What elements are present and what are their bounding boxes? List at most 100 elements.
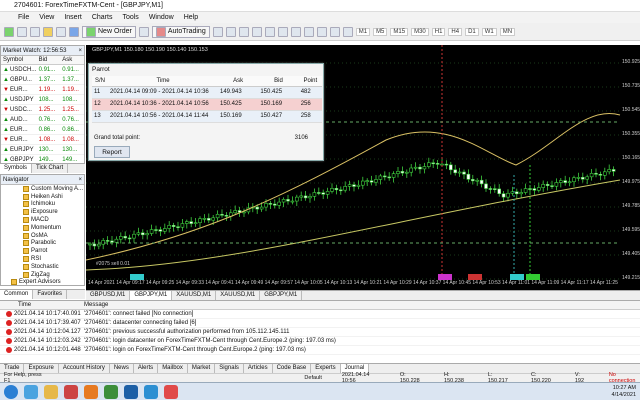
list-item[interactable]: ▼ USDC... 1.25... 1.25... <box>1 105 84 115</box>
tile-windows-icon[interactable] <box>277 26 288 37</box>
menu-window[interactable]: Window <box>149 14 174 21</box>
table-row[interactable]: 12 2021.04.14 10:36 - 2021.04.14 10:56 1… <box>92 98 322 111</box>
col-message[interactable]: Message <box>84 302 108 308</box>
terminal-tab-alerts[interactable]: Alerts <box>134 364 159 373</box>
navigator-item[interactable]: RSI <box>1 255 84 263</box>
navigator-item[interactable]: Stochastic <box>1 263 84 271</box>
autoscroll-icon[interactable] <box>290 26 301 37</box>
close-icon[interactable]: × <box>78 177 82 183</box>
table-row[interactable]: 2021.04.14 10:12:04.127'2704601': previo… <box>0 328 640 337</box>
tf-m30[interactable]: M30 <box>411 27 429 36</box>
tf-mn[interactable]: MN <box>499 27 516 36</box>
col-symbol[interactable]: Symbol <box>1 57 39 63</box>
chrome-icon[interactable] <box>104 384 118 399</box>
col-ask[interactable]: Ask <box>62 57 84 63</box>
new-chart-icon[interactable] <box>4 26 14 37</box>
list-item[interactable]: ▲ USDJPY 108... 108... <box>1 95 84 105</box>
navigator-item[interactable]: ZigZag <box>1 271 84 279</box>
list-item[interactable]: ▼ EUR... 1.19... 1.19... <box>1 85 84 95</box>
terminal-tab-account-history[interactable]: Account History <box>59 364 110 373</box>
line-chart-icon[interactable] <box>238 26 249 37</box>
navigator-item[interactable]: Parrot <box>1 247 84 255</box>
terminal-tab-market[interactable]: Market <box>188 364 216 373</box>
new-order-button[interactable]: New Order <box>82 25 136 38</box>
navigator-item[interactable]: Parabolic <box>1 240 84 248</box>
terminal-tab-mailbox[interactable]: Mailbox <box>158 364 188 373</box>
chart-tab-gbpjpy[interactable]: GBPJPY,M1 <box>130 291 173 300</box>
tab-symbols[interactable]: Symbols <box>0 164 33 173</box>
table-row[interactable]: 2021.04.14 10:12:03.242'2704601': login … <box>0 337 640 346</box>
close-icon[interactable]: × <box>78 48 82 54</box>
meta-editor-icon[interactable] <box>138 26 149 37</box>
list-item[interactable]: ▲ USDCH... 0.91... 0.91... <box>1 65 84 75</box>
ie-icon[interactable] <box>24 384 38 399</box>
report-button[interactable]: Report <box>94 146 130 158</box>
chart-tab-xauusd-2[interactable]: XAUUSD,M1 <box>216 291 261 300</box>
tf-m1[interactable]: M1 <box>355 27 371 36</box>
start-icon[interactable] <box>4 384 18 399</box>
navigator-item[interactable]: Heiken Ashi <box>1 193 84 201</box>
tf-w1[interactable]: W1 <box>481 27 497 36</box>
col-time[interactable]: Time <box>0 302 84 308</box>
app-icon[interactable] <box>144 384 158 399</box>
navigator-item[interactable]: OsMA <box>1 232 84 240</box>
table-row[interactable]: 2021.04.14 10:12:01.448'2704601': login … <box>0 346 640 355</box>
terminal-tab-articles[interactable]: Articles <box>244 364 273 373</box>
periods-icon[interactable] <box>329 26 340 37</box>
table-row[interactable]: 11 2021.04.14 09:09 - 2021.04.14 10:36 1… <box>92 86 322 99</box>
navigator-item[interactable]: Ichimoku <box>1 201 84 209</box>
media-icon[interactable] <box>64 384 78 399</box>
navigator-item[interactable]: Custom Moving A... <box>1 185 84 193</box>
chart-tab-gbpusd[interactable]: GBPUSD,M1 <box>86 291 131 300</box>
chart-tab-xauusd[interactable]: XAUUSD,M1 <box>172 291 217 300</box>
terminal-tab-news[interactable]: News <box>110 364 134 373</box>
navigator-item[interactable]: Momentum <box>1 224 84 232</box>
autotrading-button[interactable]: AutoTrading <box>151 25 210 38</box>
col-bid[interactable]: Bid <box>39 57 63 63</box>
bar-chart-icon[interactable] <box>212 26 223 37</box>
navigator-item[interactable]: iExposure <box>1 208 84 216</box>
tab-common[interactable]: Common <box>0 290 34 299</box>
menu-help[interactable]: Help <box>184 14 198 21</box>
app-icon-2[interactable] <box>164 384 178 399</box>
indicators-icon[interactable] <box>316 26 327 37</box>
zoom-out-icon[interactable] <box>264 26 275 37</box>
menu-insert[interactable]: Insert <box>64 14 82 21</box>
tf-h4[interactable]: H4 <box>448 27 463 36</box>
candle-chart-icon[interactable] <box>225 26 236 37</box>
tester-icon[interactable] <box>69 26 79 37</box>
tab-favorites[interactable]: Favorites <box>33 290 68 299</box>
terminal-tab-code-base[interactable]: Code Base <box>273 364 312 373</box>
menu-tools[interactable]: Tools <box>122 14 138 21</box>
table-row[interactable]: 2021.04.14 10:17:39.407'2704601': datace… <box>0 319 640 328</box>
tab-tick-chart[interactable]: Tick Chart <box>32 164 69 173</box>
chart-tab-gbpjpy-2[interactable]: GBPJPY,M1 <box>260 291 303 300</box>
tf-h1[interactable]: H1 <box>431 27 446 36</box>
list-item[interactable]: ▲ GBPU... 1.37... 1.37... <box>1 75 84 85</box>
list-item[interactable]: ▼ EUR... 1.08... 1.08... <box>1 135 84 145</box>
terminal-tab-signals[interactable]: Signals <box>215 364 244 373</box>
explorer-icon[interactable] <box>44 384 58 399</box>
list-item[interactable]: ▲ EURJPY 130... 130... <box>1 145 84 155</box>
table-row[interactable]: 2021.04.14 10:17:40.091'2704601': connec… <box>0 310 640 319</box>
templates-icon[interactable] <box>342 26 353 37</box>
profiles-icon[interactable] <box>17 26 27 37</box>
navigator-item[interactable]: Expert Advisors <box>1 279 84 287</box>
menu-view[interactable]: View <box>39 14 54 21</box>
clock[interactable]: 10:27 AM 4/14/2021 <box>612 385 636 399</box>
metatrader-icon[interactable] <box>124 384 138 399</box>
tf-m5[interactable]: M5 <box>373 27 388 36</box>
zoom-in-icon[interactable] <box>251 26 262 37</box>
tf-d1[interactable]: D1 <box>465 27 479 36</box>
menu-file[interactable]: File <box>18 14 29 21</box>
menu-charts[interactable]: Charts <box>92 14 113 21</box>
tf-m15[interactable]: M15 <box>390 27 409 36</box>
firefox-icon[interactable] <box>84 384 98 399</box>
table-row[interactable]: 13 2021.04.14 10:56 - 2021.04.14 11:44 1… <box>92 110 322 123</box>
chart-shift-icon[interactable] <box>303 26 314 37</box>
navigator-item[interactable]: MACD <box>1 216 84 224</box>
list-item[interactable]: ▲ EUR... 0.86... 0.86... <box>1 125 84 135</box>
market-watch-icon[interactable] <box>30 26 40 37</box>
terminal-tab-experts[interactable]: Experts <box>311 364 341 373</box>
terminal-icon[interactable] <box>56 26 66 37</box>
